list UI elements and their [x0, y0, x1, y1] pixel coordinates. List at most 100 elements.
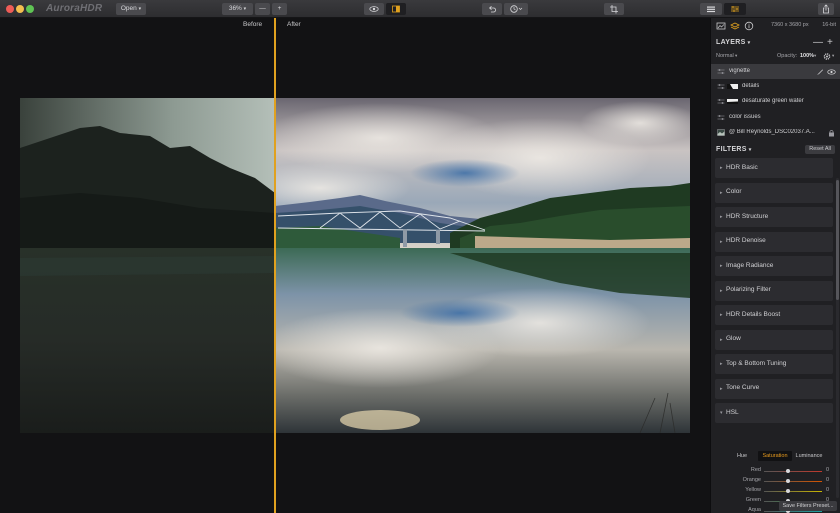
layer-row[interactable]: details — [711, 79, 840, 94]
hsl-slider-value[interactable]: 0 — [826, 477, 829, 483]
layer-name: color issues — [729, 114, 761, 120]
chevron-down-icon: ▾ — [720, 410, 723, 416]
add-layer-button[interactable]: + — [827, 37, 833, 48]
preview-toggle-button[interactable] — [364, 3, 384, 15]
slider-track[interactable] — [764, 511, 822, 512]
filter-name: HDR Structure — [726, 212, 769, 220]
slider-track[interactable] — [764, 481, 822, 482]
hsl-slider-value[interactable]: 0 — [826, 467, 829, 473]
filter-name: Polarizing Filter — [726, 286, 771, 293]
slider-knob[interactable] — [786, 489, 790, 493]
blend-mode-value: Normal — [716, 53, 734, 59]
hsl-slider-orange[interactable]: Orange 0 — [711, 476, 840, 486]
opacity-value[interactable]: 100% — [800, 53, 814, 59]
info-icon[interactable] — [744, 21, 754, 31]
layers-tab-icon[interactable] — [730, 21, 740, 31]
history-button[interactable] — [504, 3, 528, 15]
zoom-in-label: + — [277, 5, 282, 12]
reset-all-button[interactable]: Reset All — [805, 145, 835, 154]
save-filters-preset-button[interactable]: Save Filters Preset... — [779, 501, 837, 511]
blend-mode-select[interactable]: Normal ▾ — [716, 53, 737, 59]
adjustment-layer-icon — [717, 84, 725, 89]
filter-glow[interactable]: ▸ Glow — [715, 329, 833, 350]
zoom-out-button[interactable]: — — [255, 3, 270, 15]
filter-hsl[interactable]: ▾ HSL — [715, 403, 833, 423]
filter-name: HSL — [726, 408, 739, 416]
bit-depth: 16-bit — [822, 22, 836, 28]
hsl-slider-label: Aqua — [748, 507, 761, 513]
layer-row[interactable]: vignette — [711, 64, 840, 79]
hsl-slider-value[interactable]: 0 — [826, 487, 829, 493]
filter-name: HDR Details Boost — [726, 310, 781, 318]
filter-polarizing-filter[interactable]: ▸ Polarizing Filter — [715, 280, 833, 301]
open-button[interactable]: Open ▾ — [116, 3, 146, 15]
close-window-button[interactable] — [6, 5, 14, 13]
filter-tone-curve[interactable]: ▸ Tone Curve — [715, 378, 833, 399]
minimize-window-button[interactable] — [16, 5, 24, 13]
scrollbar-thumb[interactable] — [836, 180, 839, 300]
image-size: 7360 x 3680 px — [771, 22, 809, 28]
filters-scrollbar[interactable] — [836, 178, 839, 498]
filter-hdr-structure[interactable]: ▸ HDR Structure — [715, 207, 833, 227]
hsl-tab-luminance[interactable]: Luminance — [793, 451, 825, 461]
filters-panel-button[interactable] — [724, 3, 746, 15]
hsl-slider-red[interactable]: Red 0 — [711, 466, 840, 476]
chevron-right-icon: ▸ — [720, 263, 723, 269]
chevron-right-icon: ▸ — [720, 214, 723, 220]
gear-icon[interactable] — [823, 52, 831, 61]
slider-track[interactable] — [764, 491, 822, 492]
filter-name: Top & Bottom Tuning — [726, 359, 787, 367]
hsl-slider-label: Yellow — [745, 487, 761, 493]
clock-icon — [510, 5, 523, 13]
share-button[interactable] — [818, 3, 834, 15]
filter-color[interactable]: ▸ Color — [715, 182, 833, 203]
filters-header[interactable]: FILTERS ▾ — [716, 146, 752, 153]
filter-name: Tone Curve — [726, 384, 760, 391]
hsl-tab-hue[interactable]: Hue — [731, 451, 753, 461]
slider-track[interactable] — [764, 471, 822, 472]
filter-name: Color — [726, 188, 742, 195]
eye-icon[interactable] — [827, 68, 836, 76]
crop-button[interactable] — [604, 3, 624, 15]
presets-icon — [707, 6, 715, 13]
zoom-window-button[interactable] — [26, 5, 34, 13]
layer-name: vignette — [729, 68, 751, 74]
filter-top-bottom-tuning[interactable]: ▸ Top & Bottom Tuning — [715, 354, 833, 374]
filter-hdr-details-boost[interactable]: ▸ HDR Details Boost — [715, 305, 833, 325]
histogram-tab-icon[interactable] — [716, 21, 726, 31]
image-viewer[interactable]: Before After — [0, 18, 710, 513]
presets-panel-button[interactable] — [700, 3, 722, 15]
zoom-select[interactable]: 36% ▾ — [222, 3, 253, 15]
chevron-right-icon: ▸ — [720, 336, 723, 343]
layer-options: Normal ▾ Opacity: 100% ▾ ▾ — [716, 52, 838, 62]
layer-row[interactable]: @ Bill Reynolds_DSC02037.A... — [711, 125, 840, 140]
chevron-right-icon: ▸ — [720, 361, 723, 367]
hsl-tab-saturation[interactable]: Saturation — [758, 451, 792, 461]
hsl-slider-yellow[interactable]: Yellow 0 — [711, 486, 840, 496]
chevron-down-icon: ▾ — [832, 53, 835, 58]
open-button-label: Open — [120, 5, 137, 12]
slider-knob[interactable] — [786, 479, 790, 483]
layer-mask-thumbnail[interactable] — [727, 99, 738, 104]
brush-icon[interactable] — [816, 68, 824, 76]
undo-button[interactable] — [482, 3, 502, 15]
filter-hdr-denoise[interactable]: ▸ HDR Denoise — [715, 231, 833, 252]
chevron-down-icon: ▾ — [747, 40, 751, 46]
adjustment-layer-icon — [717, 99, 725, 104]
photo-canvas[interactable] — [20, 98, 690, 433]
filter-hdr-basic[interactable]: ▸ HDR Basic — [715, 158, 833, 178]
compare-split-handle[interactable] — [274, 18, 276, 513]
zoom-in-button[interactable]: + — [272, 3, 287, 15]
layer-name: @ Bill Reynolds_DSC02037.A... — [729, 129, 815, 135]
layer-mask-thumbnail[interactable] — [727, 84, 738, 89]
remove-layer-button[interactable]: — — [813, 37, 823, 48]
slider-knob[interactable] — [786, 469, 790, 473]
filter-name: Glow — [726, 335, 741, 342]
layer-row[interactable]: desaturate green water — [711, 94, 840, 109]
layer-row[interactable]: color issues — [711, 110, 840, 125]
filter-image-radiance[interactable]: ▸ Image Radiance — [715, 256, 833, 276]
zoom-value: 36% — [228, 5, 242, 12]
compare-split-button[interactable] — [386, 3, 406, 15]
zoom-out-label: — — [259, 5, 266, 12]
layers-header[interactable]: LAYERS ▾ — [716, 39, 750, 46]
